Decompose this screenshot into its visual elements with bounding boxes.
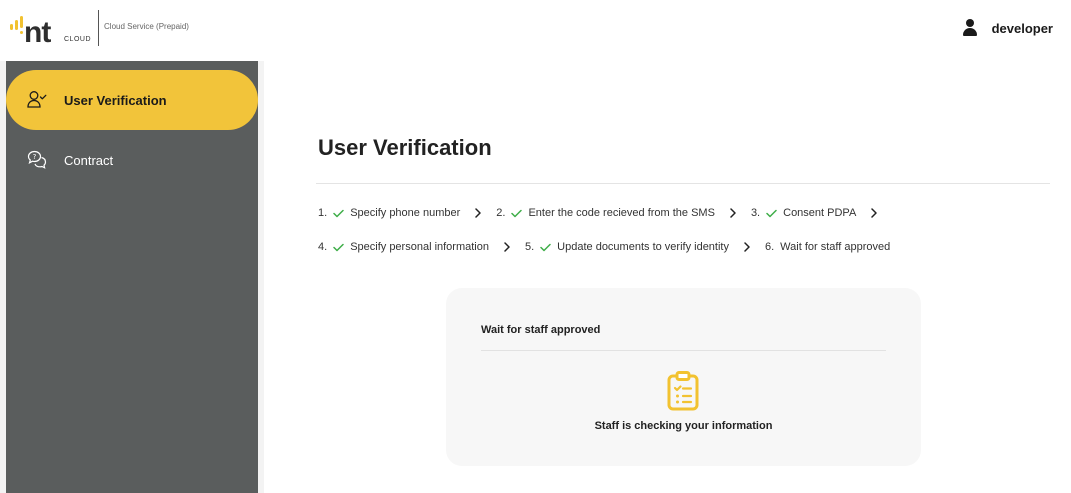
card-title: Wait for staff approved <box>481 324 601 336</box>
check-icon <box>511 209 523 217</box>
step-number: 1. <box>318 207 328 219</box>
step-4: 4. Specify personal information <box>318 241 489 253</box>
step-label: Enter the code recieved from the SMS <box>528 207 715 219</box>
status-message: Staff is checking your information <box>594 420 773 432</box>
page-title: User Verification <box>318 135 492 160</box>
step-2: 2. Enter the code recieved from the SMS <box>496 207 715 219</box>
step-number: 6. <box>764 241 775 253</box>
sidebar-item-user-verification[interactable]: User Verification <box>6 70 258 130</box>
step-3: 3. Consent PDPA <box>751 207 856 219</box>
sidebar-item-contract[interactable]: ? Contract <box>6 130 258 190</box>
user-icon <box>962 19 978 37</box>
check-icon <box>333 209 344 217</box>
logo-divider <box>98 10 100 46</box>
top-bar: nt CLOUD Cloud Service (Prepaid) develop… <box>0 0 1071 61</box>
chevron-right-icon <box>730 208 736 218</box>
sidebar: User Verification ? Contract <box>6 61 258 493</box>
chat-bubbles-icon: ? <box>27 150 47 169</box>
username: developer <box>991 20 1053 36</box>
step-number: 3. <box>750 207 761 219</box>
sidebar-item-label: User Verification <box>64 92 167 108</box>
main-panel: User Verification 1. Specify phone numbe… <box>264 61 1071 493</box>
step-label: Consent PDPA <box>783 207 857 219</box>
app-logo[interactable]: nt CLOUD Cloud Service (Prepaid) <box>10 8 189 48</box>
check-icon <box>333 243 344 251</box>
chevron-right-icon <box>475 208 482 218</box>
step-label: Wait for staff approved <box>780 241 891 253</box>
step-label: Update documents to verify identity <box>557 241 729 253</box>
step-number: 4. <box>318 241 328 253</box>
check-icon <box>766 209 777 217</box>
step-5: 5. Update documents to verify identity <box>525 241 729 253</box>
steps-row-2: 4. Specify personal information 5. Updat… <box>318 241 890 253</box>
step-label: Specify personal information <box>350 241 489 253</box>
step-1: 1. Specify phone number <box>318 207 460 219</box>
card-divider <box>481 350 886 351</box>
check-icon <box>540 243 551 251</box>
user-check-icon <box>27 91 47 108</box>
step-number: 2. <box>496 207 506 219</box>
logo-mark: nt <box>10 10 62 48</box>
logo-suffix: CLOUD <box>64 36 92 43</box>
title-divider <box>316 183 1050 184</box>
step-6: 6. Wait for staff approved <box>765 241 890 253</box>
sidebar-item-label: Contract <box>64 152 114 168</box>
svg-text:?: ? <box>33 153 37 161</box>
chevron-right-icon <box>871 208 878 218</box>
steps-row-1: 1. Specify phone number 2. Enter the cod… <box>318 207 892 219</box>
logo-text: nt <box>24 16 51 49</box>
clipboard-checklist-icon <box>667 371 699 411</box>
status-card: Wait for staff approved Staff is checkin… <box>446 288 921 466</box>
step-label: Specify phone number <box>350 207 461 219</box>
chevron-right-icon <box>744 242 750 252</box>
chevron-right-icon <box>504 242 510 252</box>
user-menu[interactable]: developer <box>962 19 1053 37</box>
service-name: Cloud Service (Prepaid) <box>104 21 189 31</box>
step-number: 5. <box>524 241 535 253</box>
